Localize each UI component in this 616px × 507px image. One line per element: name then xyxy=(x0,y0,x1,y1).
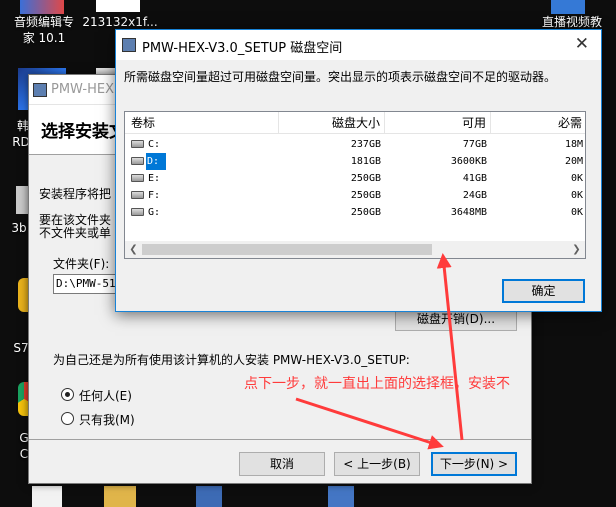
annotation-arrows xyxy=(295,253,464,450)
arrow-to-next-button xyxy=(295,397,444,450)
annotation-text: 点下一步，就一直出上面的选择框，安装不 xyxy=(244,376,510,392)
arrow-to-dialog xyxy=(436,253,464,441)
